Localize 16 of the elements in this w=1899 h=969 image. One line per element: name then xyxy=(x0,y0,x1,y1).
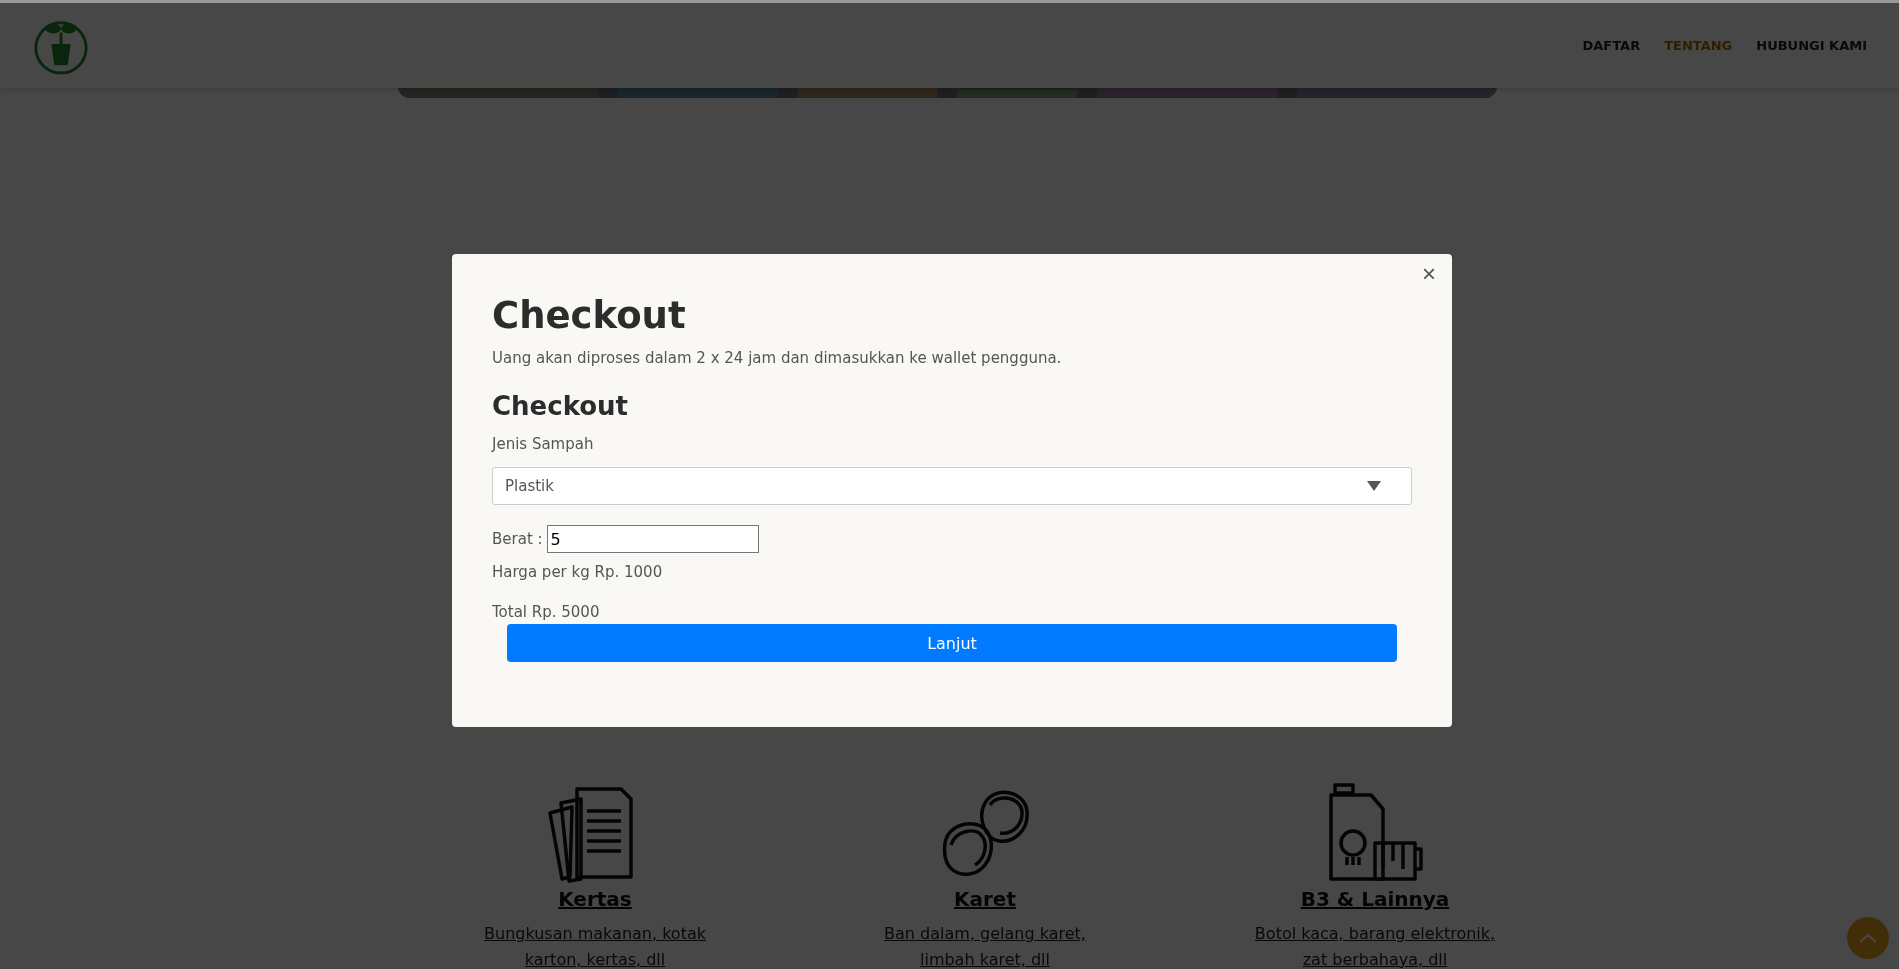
total-text: Total Rp. 5000 xyxy=(492,603,601,621)
dialog-subtitle: Uang akan diproses dalam 2 x 24 jam dan dimasukkan ke wallet pengguna. xyxy=(492,349,1063,367)
dropdown-caret-icon xyxy=(1367,481,1381,491)
field-label: Berat : xyxy=(492,530,543,548)
field-label: Jenis Sampah xyxy=(492,435,595,453)
dialog-title: Checkout xyxy=(492,294,687,337)
continue-button[interactable]: Lanjut xyxy=(507,624,1397,662)
form-heading: Checkout xyxy=(492,391,630,421)
weight-input[interactable]: 5 xyxy=(546,525,759,553)
nav-link[interactable]: DAFTAR xyxy=(1582,38,1641,53)
close-button[interactable]: × xyxy=(1418,262,1440,286)
nav-link[interactable]: HUBUNGI KAMI xyxy=(1756,38,1867,53)
category-link[interactable]: B3 & Lainnya xyxy=(1300,887,1450,911)
nav-link[interactable]: TENTANG xyxy=(1664,38,1733,53)
price-text: Harga per kg Rp. 1000 xyxy=(492,563,664,581)
waste-type-dropdown[interactable]: Plastik xyxy=(492,467,1412,505)
